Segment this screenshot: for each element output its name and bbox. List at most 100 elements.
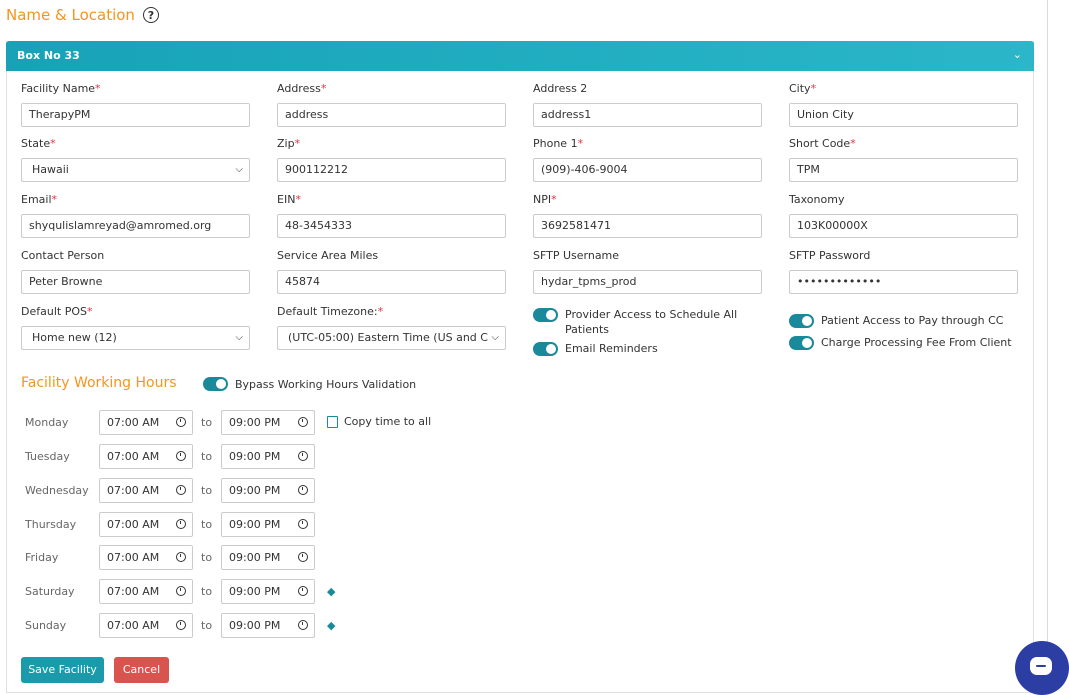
end-time-input[interactable]: 09:00 PM bbox=[221, 545, 315, 570]
start-time-input[interactable]: 07:00 AM bbox=[99, 478, 193, 503]
start-time-input[interactable]: 07:00 AM bbox=[99, 545, 193, 570]
day-label: Friday bbox=[25, 551, 59, 564]
chat-button[interactable] bbox=[1015, 641, 1069, 695]
field-label: Contact Person bbox=[21, 249, 105, 262]
facility-name-input[interactable]: TherapyPM bbox=[21, 103, 250, 127]
day-label: Sunday bbox=[25, 619, 67, 632]
chevron-down-icon[interactable]: ⌄ bbox=[1013, 48, 1022, 61]
end-time-input[interactable]: 09:00 PM bbox=[221, 478, 315, 503]
patient-access-toggle[interactable] bbox=[789, 314, 814, 328]
required-mark: * bbox=[50, 137, 56, 150]
city-field: City* Union City bbox=[789, 82, 1018, 127]
required-mark: * bbox=[850, 137, 856, 150]
default-pos-select[interactable]: Home new (12) ⌵ bbox=[21, 326, 250, 350]
address-input[interactable]: address bbox=[277, 103, 506, 127]
zip-field: Zip* 900112212 bbox=[277, 137, 506, 182]
cancel-button[interactable]: Cancel bbox=[114, 657, 169, 683]
start-time-input[interactable]: 07:00 AM bbox=[99, 579, 193, 604]
chevron-down-icon: ⌵ bbox=[235, 332, 243, 343]
address2-input[interactable]: address1 bbox=[533, 103, 762, 127]
charge-fee-toggle-row: Charge Processing Fee From Client bbox=[789, 336, 1012, 350]
save-facility-button[interactable]: Save Facility bbox=[21, 657, 104, 683]
taxonomy-input[interactable]: 103K00000X bbox=[789, 214, 1018, 238]
sftp-password-input[interactable]: ••••••••••••• bbox=[789, 270, 1018, 294]
end-time-input[interactable]: 09:00 PM bbox=[221, 613, 315, 638]
end-time-value: 09:00 PM bbox=[229, 585, 281, 598]
field-label: Email bbox=[21, 193, 52, 206]
address-field: Address* address bbox=[277, 82, 506, 127]
required-mark: * bbox=[295, 193, 301, 206]
charge-fee-toggle[interactable] bbox=[789, 336, 814, 350]
clock-icon bbox=[176, 485, 186, 495]
panel-header[interactable]: Box No 33 ⌄ bbox=[6, 41, 1034, 71]
required-mark: * bbox=[377, 305, 384, 318]
clock-icon bbox=[298, 620, 308, 630]
eraser-icon[interactable]: ◆ bbox=[327, 619, 339, 632]
bypass-toggle[interactable] bbox=[203, 377, 228, 391]
field-label: Default POS bbox=[21, 305, 87, 318]
to-label: to bbox=[201, 518, 213, 531]
to-label: to bbox=[201, 619, 213, 632]
ein-field: EIN* 48-3454333 bbox=[277, 193, 506, 238]
required-mark: * bbox=[86, 305, 93, 318]
short-code-input[interactable]: TPM bbox=[789, 158, 1018, 182]
required-mark: * bbox=[95, 82, 101, 95]
contact-person-field: Contact Person Peter Browne bbox=[21, 249, 250, 294]
default-pos-value: Home new (12) bbox=[32, 331, 117, 344]
zip-input[interactable]: 900112212 bbox=[277, 158, 506, 182]
page-title: Name & Location bbox=[6, 6, 135, 24]
eraser-icon[interactable]: ◆ bbox=[327, 585, 339, 598]
field-label: City bbox=[789, 82, 811, 95]
start-time-input[interactable]: 07:00 AM bbox=[99, 410, 193, 435]
toggle-label: Patient Access to Pay through CC bbox=[821, 314, 1004, 327]
to-label: to bbox=[201, 450, 213, 463]
clock-icon bbox=[298, 485, 308, 495]
email-reminders-toggle[interactable] bbox=[533, 342, 558, 356]
clock-icon bbox=[298, 417, 308, 427]
start-time-input[interactable]: 07:00 AM bbox=[99, 444, 193, 469]
end-time-value: 09:00 PM bbox=[229, 551, 281, 564]
state-select-value: Hawaii bbox=[32, 163, 69, 176]
phone1-input[interactable]: (909)-406-9004 bbox=[533, 158, 762, 182]
end-time-value: 09:00 PM bbox=[229, 484, 281, 497]
clock-icon bbox=[298, 451, 308, 461]
provider-access-toggle-row: Provider Access to Schedule All Patients bbox=[533, 307, 753, 337]
ein-input[interactable]: 48-3454333 bbox=[277, 214, 506, 238]
chat-icon bbox=[1030, 657, 1052, 675]
field-label: SFTP Username bbox=[533, 249, 620, 262]
npi-input[interactable]: 3692581471 bbox=[533, 214, 762, 238]
required-mark: * bbox=[551, 193, 557, 206]
help-icon[interactable]: ? bbox=[142, 7, 159, 23]
default-timezone-select[interactable]: (UTC-05:00) Eastern Time (US and C ⌵ bbox=[277, 326, 506, 350]
end-time-input[interactable]: 09:00 PM bbox=[221, 579, 315, 604]
provider-access-toggle[interactable] bbox=[533, 308, 558, 322]
clock-icon bbox=[176, 519, 186, 529]
state-select[interactable]: Hawaii ⌵ bbox=[21, 158, 250, 182]
service-area-input[interactable]: 45874 bbox=[277, 270, 506, 294]
sftp-username-input[interactable]: hydar_tpms_prod bbox=[533, 270, 762, 294]
scrollbar-track[interactable] bbox=[1047, 0, 1048, 694]
field-label: Service Area Miles bbox=[277, 249, 379, 262]
copy-time-to-all-button[interactable]: Copy time to all bbox=[327, 415, 431, 428]
working-hours-title: Facility Working Hours bbox=[21, 375, 177, 391]
patient-access-toggle-row: Patient Access to Pay through CC bbox=[789, 314, 1003, 328]
end-time-input[interactable]: 09:00 PM bbox=[221, 512, 315, 537]
email-input[interactable]: shyqulislamreyad@amromed.org bbox=[21, 214, 250, 238]
city-input[interactable]: Union City bbox=[789, 103, 1018, 127]
copy-icon bbox=[327, 415, 338, 428]
field-label: Address 2 bbox=[533, 82, 588, 95]
day-label: Wednesday bbox=[25, 484, 89, 497]
contact-person-input[interactable]: Peter Browne bbox=[21, 270, 250, 294]
end-time-input[interactable]: 09:00 PM bbox=[221, 410, 315, 435]
start-time-value: 07:00 AM bbox=[107, 551, 160, 564]
clock-icon bbox=[176, 552, 186, 562]
start-time-input[interactable]: 07:00 AM bbox=[99, 512, 193, 537]
day-label: Thursday bbox=[25, 518, 77, 531]
start-time-value: 07:00 AM bbox=[107, 518, 160, 531]
start-time-input[interactable]: 07:00 AM bbox=[99, 613, 193, 638]
required-mark: * bbox=[294, 137, 301, 150]
toggle-label: Email Reminders bbox=[565, 342, 658, 355]
end-time-input[interactable]: 09:00 PM bbox=[221, 444, 315, 469]
end-time-value: 09:00 PM bbox=[229, 416, 281, 429]
day-label: Monday bbox=[25, 416, 69, 429]
